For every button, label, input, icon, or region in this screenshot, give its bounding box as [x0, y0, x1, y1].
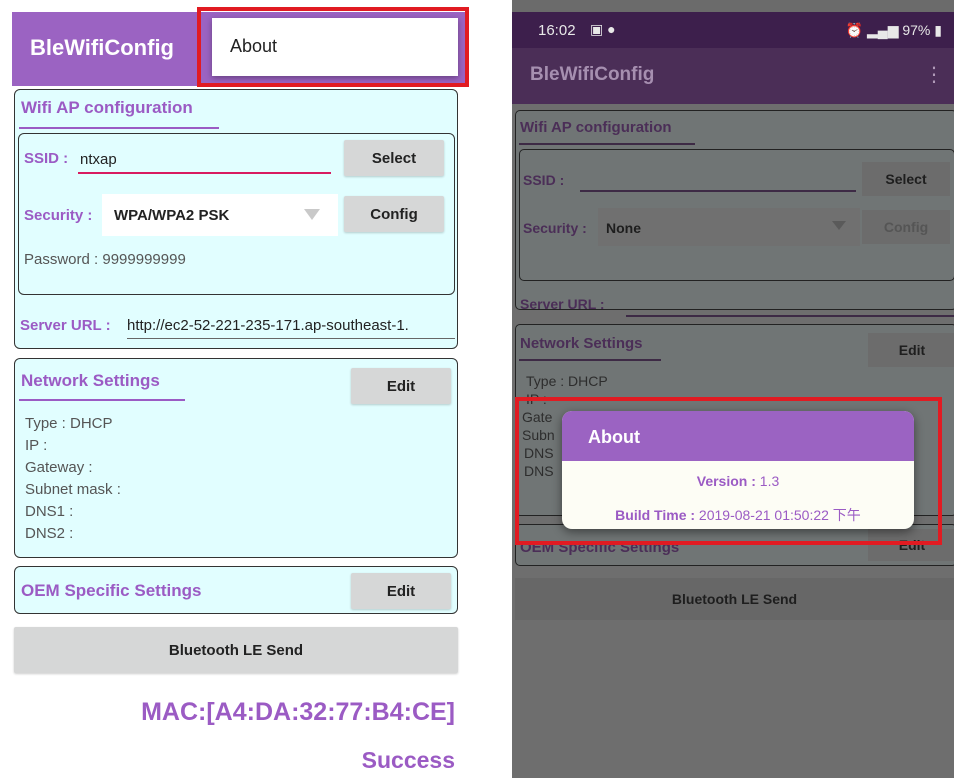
oem-settings-section: OEM Specific Settings Edit: [14, 566, 458, 614]
app-title: BleWifiConfig: [30, 35, 174, 60]
network-type: Type : DHCP: [526, 373, 608, 389]
network-title-underline: [19, 399, 185, 401]
wifi-ap-box: SSID : ntxap Select Security : WPA/WPA2 …: [18, 133, 455, 295]
right-screen: 16:02 ▣ ● ⏰ ▂▄▆ 97% ▮ BleWifiConfig ⋮ Wi…: [512, 0, 954, 778]
config-button[interactable]: Config: [344, 196, 444, 232]
network-section-title: Network Settings: [21, 371, 160, 390]
app-bar: BleWifiConfig ⋮: [512, 48, 954, 104]
highlight-box-menu: [197, 7, 469, 87]
signal-icon: ▂▄▆: [867, 22, 899, 38]
server-url-value: http://ec2-52-221-235-171.ap-southeast-1…: [127, 317, 409, 334]
security-label: Security :: [24, 207, 93, 224]
status-bar: 16:02 ▣ ● ⏰ ▂▄▆ 97% ▮: [512, 12, 954, 48]
network-subnet: Subnet mask :: [25, 481, 121, 498]
security-dropdown[interactable]: WPA/WPA2 PSK: [102, 194, 338, 236]
wifi-config-section: Wifi AP configuration SSID : Select Secu…: [515, 110, 954, 317]
network-edit-button[interactable]: Edit: [351, 368, 451, 404]
select-button[interactable]: Select: [862, 162, 950, 196]
dropdown-arrow-icon: [832, 221, 846, 230]
server-url-label: Server URL :: [20, 317, 111, 334]
battery-icon: ▮: [934, 22, 942, 38]
wifi-section-title: Wifi AP configuration: [21, 98, 193, 117]
wifi-config-section: Wifi AP configuration SSID : ntxap Selec…: [14, 89, 458, 349]
ssid-input[interactable]: ntxap: [80, 151, 117, 168]
chat-icon: ●: [607, 21, 616, 37]
network-gateway: Gateway :: [25, 459, 93, 476]
security-value: None: [606, 220, 641, 236]
mac-address-text: MAC:[A4:DA:32:77:B4:CE]: [141, 698, 455, 726]
network-ip: IP :: [25, 437, 48, 454]
wifi-title-underline: [19, 127, 219, 129]
server-url-input[interactable]: http://ec2-52-221-235-171.ap-southeast-1…: [127, 311, 455, 339]
app-title: BleWifiConfig: [530, 64, 655, 85]
battery-percent: 97%: [902, 22, 931, 38]
server-url-label: Server URL :: [520, 296, 605, 312]
wifi-section-title: Wifi AP configuration: [520, 119, 672, 136]
network-dns2: DNS2 :: [25, 525, 74, 542]
network-dns1: DNS1 :: [25, 503, 74, 520]
network-section-title: Network Settings: [520, 335, 643, 352]
select-button[interactable]: Select: [344, 140, 444, 176]
network-type: Type : DHCP: [25, 415, 113, 432]
security-dropdown[interactable]: None: [598, 208, 860, 246]
gallery-icon: ▣: [590, 21, 604, 37]
wifi-ap-box: SSID : Select Security : None Config: [519, 149, 954, 281]
security-value: WPA/WPA2 PSK: [114, 207, 230, 224]
ssid-label: SSID :: [523, 172, 565, 188]
oem-section-title: OEM Specific Settings: [21, 581, 202, 600]
oem-edit-button[interactable]: Edit: [351, 573, 451, 609]
password-text: Password : 9999999999: [24, 251, 186, 268]
alarm-icon: ⏰: [845, 22, 864, 38]
security-label: Security :: [523, 220, 587, 236]
status-time: 16:02: [538, 22, 576, 39]
bluetooth-send-button[interactable]: Bluetooth LE Send: [515, 578, 954, 620]
status-text: Success: [361, 747, 455, 773]
dropdown-arrow-icon: [304, 209, 320, 220]
ssid-input-underline: [78, 172, 331, 174]
highlight-box-dialog: [515, 397, 942, 545]
ssid-label: SSID :: [24, 150, 69, 167]
overflow-menu-icon[interactable]: ⋮: [924, 62, 944, 87]
network-settings-section: Network Settings Edit Type : DHCP IP : G…: [14, 358, 458, 558]
bluetooth-send-button[interactable]: Bluetooth LE Send: [14, 627, 458, 673]
left-screen: BleWifiConfig About Wifi AP configuratio…: [12, 0, 469, 778]
config-button[interactable]: Config: [862, 210, 950, 244]
network-edit-button[interactable]: Edit: [868, 333, 954, 367]
